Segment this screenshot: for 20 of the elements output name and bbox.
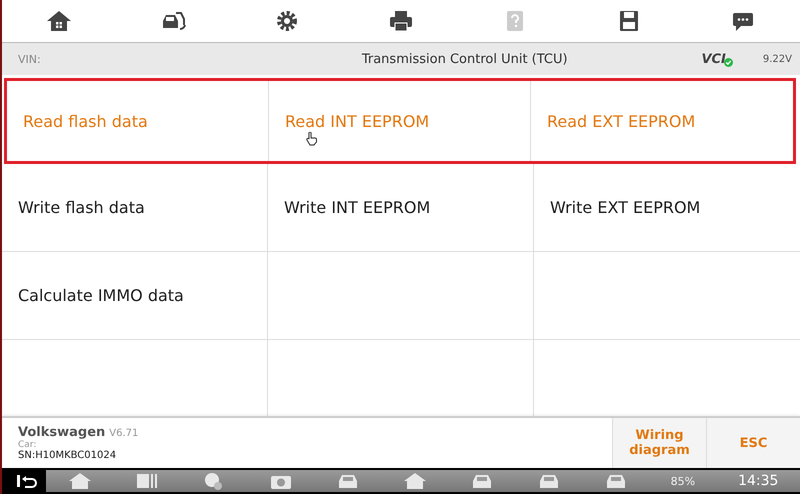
wiring-diagram-button[interactable]: Wiring diagram [612,418,706,468]
back-icon[interactable] [16,473,38,489]
settings-icon[interactable] [274,9,300,33]
vci-status: VCI [701,52,726,66]
vin-label: VIN: [18,52,42,66]
window-icon[interactable] [134,472,159,490]
hand-cursor-icon [306,132,317,146]
serial-number: SN:H10MKBC01024 [18,450,118,461]
car-icon[interactable] [160,9,186,33]
printer-icon[interactable] [388,9,414,33]
software-version: V6.71 [109,428,138,439]
battery-level: 85% [670,474,696,488]
home-icon[interactable] [46,9,72,33]
esc-button[interactable]: ESC [706,418,800,468]
module-title: Transmission Control Unit (TCU) [360,52,569,66]
clock: 14:35 [738,473,778,489]
car-label: Car: [18,440,38,450]
vehicle-make: Volkswagen [18,425,106,440]
check-icon [724,58,733,66]
voltage-reading: 9.22V [762,54,792,64]
